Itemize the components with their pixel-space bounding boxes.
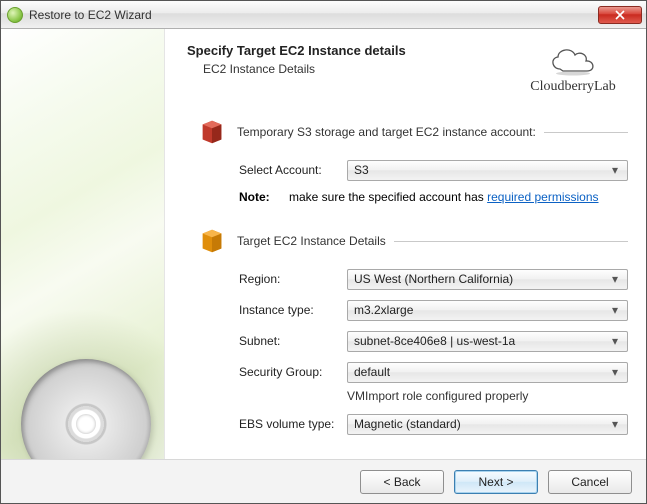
region-dropdown[interactable]: US West (Northern California) ▾ — [347, 269, 628, 290]
security-group-value: default — [354, 365, 607, 379]
security-group-dropdown[interactable]: default ▾ — [347, 362, 628, 383]
page-title: Specify Target EC2 Instance details — [187, 43, 518, 58]
required-permissions-link[interactable]: required permissions — [487, 190, 598, 204]
subnet-dropdown[interactable]: subnet-8ce406e8 | us-west-1a ▾ — [347, 331, 628, 352]
section-ec2-title: Target EC2 Instance Details — [237, 234, 386, 248]
cloud-icon — [546, 43, 600, 77]
disc-graphic — [21, 359, 151, 459]
wizard-body: Specify Target EC2 Instance details EC2 … — [1, 29, 646, 459]
section-s3-title: Temporary S3 storage and target EC2 inst… — [237, 125, 536, 139]
account-value: S3 — [354, 163, 607, 177]
chevron-down-icon: ▾ — [607, 303, 623, 317]
section-ec2-details: Target EC2 Instance Details Region: US W… — [187, 226, 628, 435]
brand-logo: CloudberryLab — [518, 43, 628, 95]
back-button[interactable]: < Back — [360, 470, 444, 494]
note-text: make sure the specified account has requ… — [289, 190, 599, 204]
titlebar: Restore to EC2 Wizard — [1, 1, 646, 29]
ebs-dropdown[interactable]: Magnetic (standard) ▾ — [347, 414, 628, 435]
chevron-down-icon: ▾ — [607, 272, 623, 286]
wizard-sidebar — [1, 29, 165, 459]
s3-icon — [197, 117, 227, 147]
instance-type-value: m3.2xlarge — [354, 303, 607, 317]
chevron-down-icon: ▾ — [607, 365, 623, 379]
wizard-content: Specify Target EC2 Instance details EC2 … — [165, 29, 646, 459]
window-title: Restore to EC2 Wizard — [29, 8, 598, 22]
ec2-icon — [197, 226, 227, 256]
wizard-footer: < Back Next > Cancel — [1, 459, 646, 503]
region-value: US West (Northern California) — [354, 272, 607, 286]
chevron-down-icon: ▾ — [607, 163, 623, 177]
chevron-down-icon: ▾ — [607, 417, 623, 431]
account-dropdown[interactable]: S3 ▾ — [347, 160, 628, 181]
close-button[interactable] — [598, 6, 642, 24]
brand-text: CloudberryLab — [530, 79, 616, 94]
close-icon — [615, 10, 625, 20]
app-icon — [7, 7, 23, 23]
next-button[interactable]: Next > — [454, 470, 538, 494]
ebs-value: Magnetic (standard) — [354, 417, 607, 431]
cancel-button[interactable]: Cancel — [548, 470, 632, 494]
account-label: Select Account: — [239, 163, 347, 177]
security-group-label: Security Group: — [239, 365, 347, 379]
instance-type-dropdown[interactable]: m3.2xlarge ▾ — [347, 300, 628, 321]
subnet-label: Subnet: — [239, 334, 347, 348]
vmimport-status: VMImport role configured properly — [347, 389, 628, 403]
ebs-label: EBS volume type: — [239, 417, 347, 431]
page-subtitle: EC2 Instance Details — [203, 62, 518, 76]
region-label: Region: — [239, 272, 347, 286]
note-label: Note: — [239, 190, 279, 204]
chevron-down-icon: ▾ — [607, 334, 623, 348]
subnet-value: subnet-8ce406e8 | us-west-1a — [354, 334, 607, 348]
section-s3-account: Temporary S3 storage and target EC2 inst… — [187, 117, 628, 204]
instance-type-label: Instance type: — [239, 303, 347, 317]
